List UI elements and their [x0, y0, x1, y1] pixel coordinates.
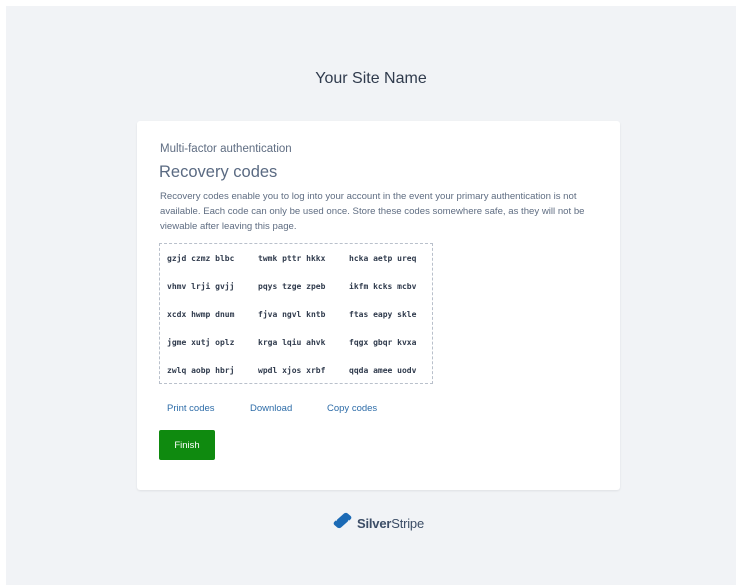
site-name: Your Site Name [315, 70, 427, 87]
recovery-code: ftas eapy skle [349, 310, 417, 319]
recovery-code: pqys tzge zpeb [258, 282, 326, 291]
recovery-codes-card: Multi-factor authentication Recovery cod… [137, 121, 620, 490]
recovery-code: wpdl xjos xrbf [258, 366, 326, 375]
codes-row: zwlq aobp hbrj wpdl xjos xrbf qqda amee … [167, 366, 440, 375]
print-codes-link[interactable]: Print codes [167, 403, 215, 414]
wordmark-regular: Stripe [391, 515, 424, 531]
recovery-code: gzjd czmz blbc [167, 254, 235, 263]
recovery-code: twmk pttr hkkx [258, 254, 326, 263]
recovery-code: zwlq aobp hbrj [167, 366, 235, 375]
codes-row: jgme xutj oplz krga lqiu ahvk fqgx gbqr … [167, 338, 440, 347]
recovery-code: vhmv lrji gvjj [167, 282, 235, 291]
wordmark-bold: Silver [357, 515, 392, 531]
card-description: Recovery codes enable you to log into yo… [160, 191, 585, 232]
card-title: Recovery codes [159, 163, 278, 181]
silverstripe-logo: SilverStripe [333, 512, 424, 534]
download-link[interactable]: Download [250, 403, 292, 414]
codes-row: vhmv lrji gvjj pqys tzge zpeb ikfm kcks … [167, 282, 440, 291]
recovery-code: xcdx hwmp dnum [167, 310, 235, 319]
recovery-code: qqda amee uodv [349, 366, 417, 375]
recovery-code: hcka aetp ureq [349, 254, 417, 263]
recovery-codes-box: gzjd czmz blbc twmk pttr hkkx hcka aetp … [159, 243, 433, 384]
silverstripe-logo-icon [333, 512, 352, 534]
finish-button[interactable]: Finish [159, 430, 215, 460]
card-kicker: Multi-factor authentication [160, 143, 292, 155]
recovery-code: jgme xutj oplz [167, 338, 235, 347]
recovery-code: fjva ngvl kntb [258, 310, 326, 319]
copy-codes-link[interactable]: Copy codes [327, 403, 377, 414]
codes-row: xcdx hwmp dnum fjva ngvl kntb ftas eapy … [167, 310, 440, 319]
codes-row: gzjd czmz blbc twmk pttr hkkx hcka aetp … [167, 254, 440, 263]
silverstripe-wordmark: SilverStripe [357, 516, 424, 531]
recovery-code: krga lqiu ahvk [258, 338, 326, 347]
recovery-code: fqgx gbqr kvxa [349, 338, 417, 347]
recovery-code: ikfm kcks mcbv [349, 282, 417, 291]
